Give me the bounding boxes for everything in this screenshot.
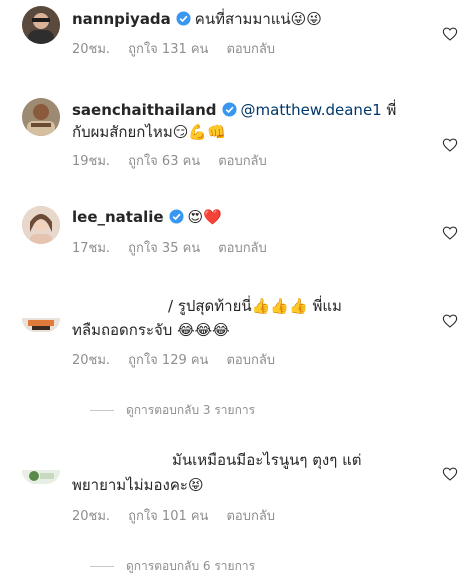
verified-badge-icon [169, 209, 184, 224]
comment-text: nannpiyada คนที่สามมาแน่😜😜 [72, 9, 322, 29]
comment-meta: 20ชม. ถูกใจ 129 คน ตอบกลับ [72, 352, 293, 370]
timestamp: 17ชม. [72, 241, 111, 256]
username[interactable]: lee_natalie [72, 208, 164, 226]
comment-meta: 20ชม. ถูกใจ 131 คน ตอบกลับ [72, 41, 293, 59]
like-count[interactable]: ถูกใจ 63 คน [128, 154, 200, 169]
view-replies-button[interactable]: ดูการตอบกลับ 6 รายการ [90, 557, 255, 576]
timestamp: 20ชม. [72, 42, 111, 57]
avatar[interactable] [22, 98, 60, 136]
comment-meta: 20ชม. ถูกใจ 101 คน ตอบกลับ [72, 508, 293, 526]
view-replies-label[interactable]: ดูการตอบกลับ 3 รายการ [126, 403, 255, 417]
reply-button[interactable]: ตอบกลับ [226, 42, 275, 57]
reply-button[interactable]: ตอบกลับ [226, 509, 275, 524]
heart-outline-icon[interactable] [442, 225, 458, 241]
username[interactable]: nannpiyada [72, 10, 171, 28]
heart-outline-icon[interactable] [442, 137, 458, 153]
like-count[interactable]: ถูกใจ 129 คน [128, 353, 208, 368]
view-replies-label[interactable]: ดูการตอบกลับ 6 รายการ [126, 559, 255, 573]
reply-button[interactable]: ตอบกลับ [218, 241, 267, 256]
comment-meta: 19ชม. ถูกใจ 63 คน ตอบกลับ [72, 153, 285, 171]
comment-body-line2: ทลืมถอดกระจับ 😂😂😂 [72, 321, 230, 339]
divider [90, 566, 114, 567]
comment-body-line1: / รูปสุดท้ายนี่👍👍👍 พี่แม [168, 297, 342, 315]
like-count[interactable]: ถูกใจ 101 คน [128, 509, 208, 524]
timestamp: 20ชม. [72, 353, 111, 368]
verified-badge-icon [176, 11, 191, 26]
comment-body: คนที่สามมาแน่😜😜 [194, 10, 322, 28]
avatar[interactable] [22, 6, 60, 44]
heart-outline-icon[interactable] [442, 26, 458, 42]
timestamp: 20ชม. [72, 509, 111, 524]
comment-meta: 17ชม. ถูกใจ 35 คน ตอบกลับ [72, 240, 285, 258]
timestamp: 19ชม. [72, 154, 111, 169]
avatar[interactable] [22, 318, 60, 332]
comment-text: lee_natalie 😍❤️ [72, 207, 222, 227]
like-count[interactable]: ถูกใจ 131 คน [128, 42, 208, 57]
username[interactable]: saenchaithailand [72, 101, 217, 119]
view-replies-button[interactable]: ดูการตอบกลับ 3 รายการ [90, 401, 255, 420]
like-count[interactable]: ถูกใจ 35 คน [128, 241, 200, 256]
heart-outline-icon[interactable] [442, 466, 458, 482]
reply-button[interactable]: ตอบกลับ [226, 353, 275, 368]
comment-body-line2: กับผมสักยกไหม😏💪👊 [72, 123, 226, 141]
avatar[interactable] [22, 206, 60, 244]
comment-text: saenchaithailand @matthew.deane1 พี่ [72, 100, 396, 120]
mention-link[interactable]: @matthew.deane1 [241, 101, 382, 119]
reply-button[interactable]: ตอบกลับ [218, 154, 267, 169]
comment-body: พี่ [381, 101, 397, 119]
comment-body-line2: พยายามไม่มองคะ😝 [72, 476, 204, 494]
comment-body-line1: มันเหมือนมีอะไรนูนๆ ตุงๆ แต่ [172, 451, 362, 469]
comment-body: 😍❤️ [187, 208, 222, 226]
avatar[interactable] [22, 470, 60, 484]
verified-badge-icon [222, 102, 237, 117]
heart-outline-icon[interactable] [442, 313, 458, 329]
divider [90, 410, 114, 411]
